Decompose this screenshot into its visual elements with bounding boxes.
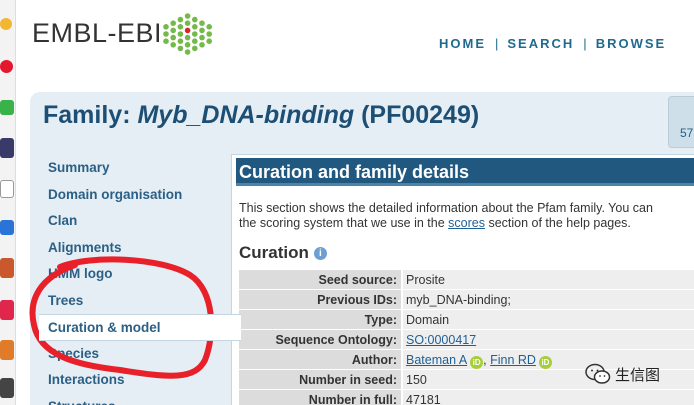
sidebar-item-clan[interactable]: Clan bbox=[39, 208, 231, 235]
intro-line-2a: the scoring system that we use in the bbox=[239, 216, 449, 230]
sequence-ontology-link[interactable]: SO:0000417 bbox=[406, 333, 476, 347]
wechat-watermark: 生信图 bbox=[585, 363, 660, 385]
browser-extension-bar bbox=[0, 0, 16, 405]
summary-count-box[interactable] bbox=[668, 96, 694, 148]
row-label: Previous IDs: bbox=[239, 290, 401, 310]
row-value: 47181 bbox=[403, 390, 694, 405]
title-prefix: Family: bbox=[43, 101, 138, 129]
row-value: Prosite bbox=[403, 270, 694, 290]
embl-ebi-logo-text[interactable]: EMBL-EBI bbox=[32, 18, 162, 49]
app-extension-icon[interactable] bbox=[0, 138, 14, 158]
row-label: Seed source: bbox=[239, 270, 401, 290]
doc-extension-icon[interactable] bbox=[0, 180, 14, 198]
row-label: Sequence Ontology: bbox=[239, 330, 401, 350]
sidebar-item-summary[interactable]: Summary bbox=[39, 155, 231, 182]
red-extension-icon[interactable] bbox=[0, 300, 14, 320]
nav-separator: | bbox=[583, 36, 587, 51]
row-label: Author: bbox=[239, 350, 401, 370]
row-value: Domain bbox=[403, 310, 694, 330]
table-row: Seed source: Prosite bbox=[239, 270, 694, 290]
intro-text: This section shows the detailed informat… bbox=[239, 201, 694, 231]
nav-browse-link[interactable]: BROWSE bbox=[596, 36, 667, 51]
author-link-bateman[interactable]: Bateman A bbox=[406, 353, 467, 367]
family-accession: (PF00249) bbox=[354, 101, 480, 129]
curation-title: Curation bbox=[239, 243, 309, 262]
nav-separator: | bbox=[495, 36, 499, 51]
dark-extension-icon[interactable] bbox=[0, 378, 14, 398]
message-extension-icon[interactable] bbox=[0, 100, 14, 115]
page-title: Family: Myb_DNA-binding (PF00249) bbox=[43, 101, 479, 130]
table-row: Number in full: 47181 bbox=[239, 390, 694, 405]
intro-line-2b: section of the help pages. bbox=[484, 216, 631, 230]
row-label: Type: bbox=[239, 310, 401, 330]
game-extension-icon[interactable] bbox=[0, 258, 14, 278]
weibo-extension-icon[interactable] bbox=[0, 60, 13, 73]
row-value: SO:0000417 bbox=[403, 330, 694, 350]
table-row: Sequence Ontology: SO:0000417 bbox=[239, 330, 694, 350]
sidebar-item-structures[interactable]: Structures bbox=[39, 394, 231, 405]
embl-ebi-logo-icon[interactable] bbox=[161, 5, 213, 63]
wechat-icon bbox=[585, 363, 611, 384]
row-label: Number in full: bbox=[239, 390, 401, 405]
orcid-icon[interactable]: iD bbox=[538, 356, 552, 369]
row-value: myb_DNA-binding; bbox=[403, 290, 694, 310]
table-row: Type: Domain bbox=[239, 310, 694, 330]
section-header: Curation and family details bbox=[236, 158, 694, 186]
nav-search-link[interactable]: SEARCH bbox=[507, 36, 574, 51]
scores-link[interactable]: scores bbox=[448, 216, 485, 230]
table-row: Previous IDs: myb_DNA-binding; bbox=[239, 290, 694, 310]
info-icon[interactable]: i bbox=[313, 247, 327, 260]
orange-extension-icon[interactable] bbox=[0, 340, 14, 360]
nav-home-link[interactable]: HOME bbox=[439, 36, 486, 51]
intro-line-1: This section shows the detailed informat… bbox=[239, 201, 653, 215]
blue-extension-icon[interactable] bbox=[0, 220, 14, 235]
orcid-icon[interactable]: iD bbox=[470, 356, 484, 369]
row-label: Number in seed: bbox=[239, 370, 401, 390]
watermark-text: 生信图 bbox=[615, 365, 661, 384]
curation-heading: Curation i bbox=[239, 243, 327, 263]
sidebar-item-curation-model[interactable]: Curation & model bbox=[39, 314, 241, 341]
sidebar-item-domain-organisation[interactable]: Domain organisation bbox=[39, 182, 231, 209]
top-navigation: HOME | SEARCH | BROWSE bbox=[439, 36, 666, 51]
family-name: Myb_DNA-binding bbox=[137, 101, 355, 129]
summary-count: 57 bbox=[680, 126, 694, 140]
star-extension-icon[interactable] bbox=[0, 18, 12, 30]
author-link-finn[interactable]: Finn RD bbox=[490, 353, 536, 367]
